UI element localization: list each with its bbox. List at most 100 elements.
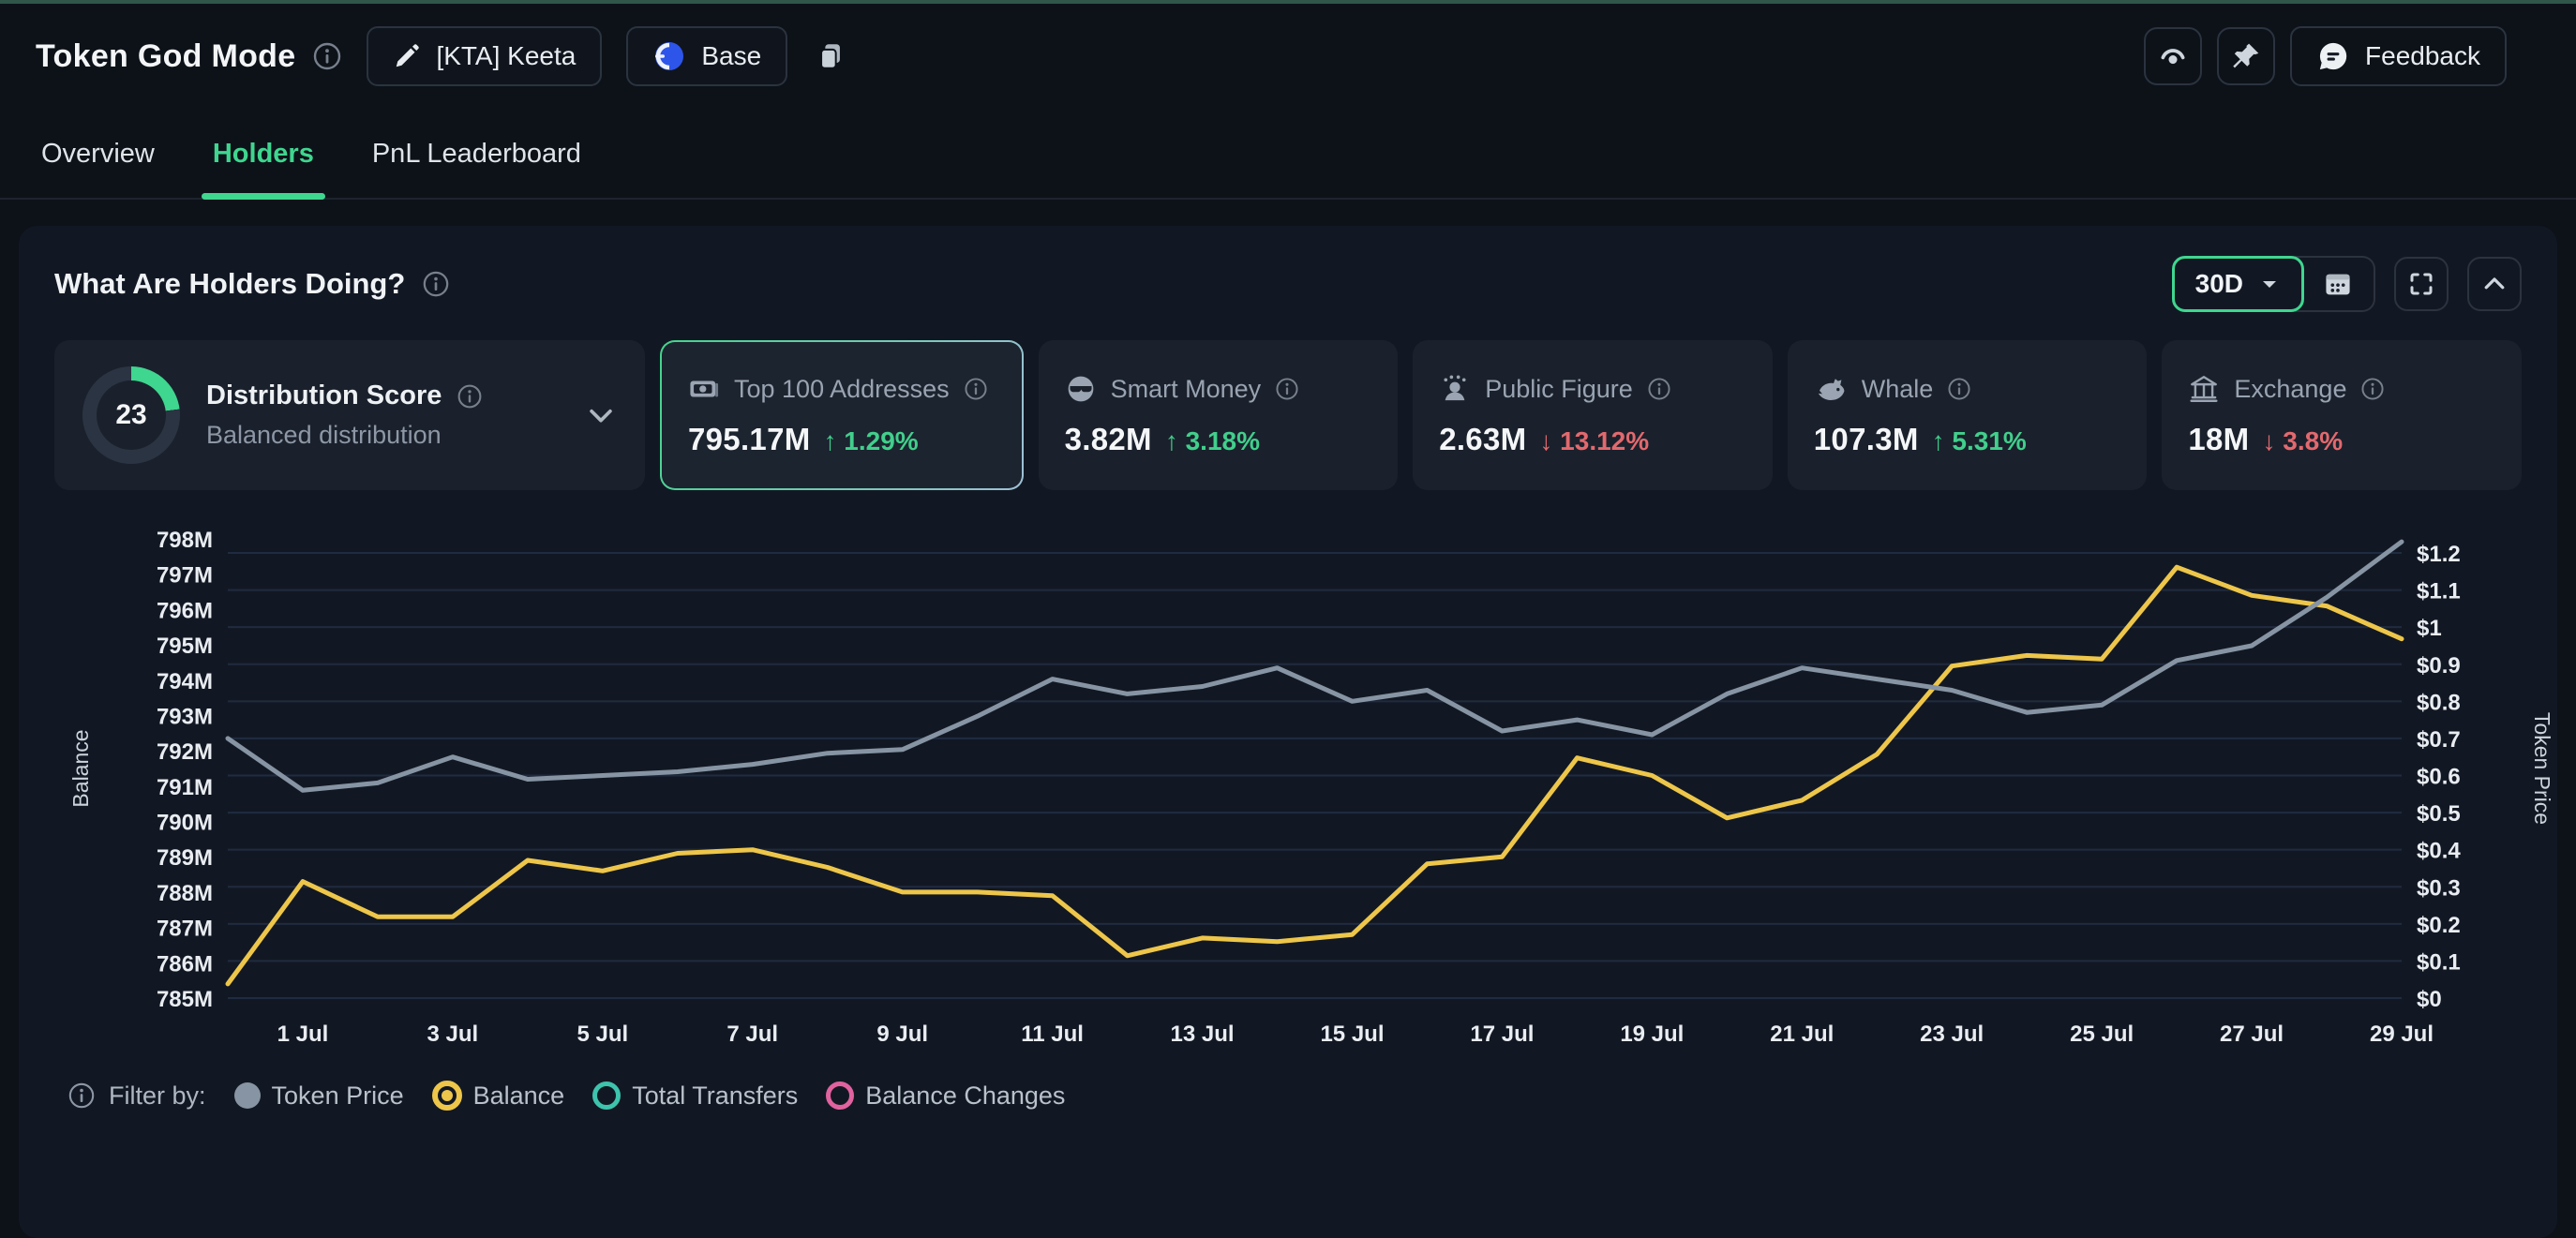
app-header: Token God Mode [KTA] Keeta Base (0, 4, 2576, 109)
left-axis-tick: 790M (157, 811, 213, 836)
distribution-score-title: Distribution Score (206, 380, 442, 411)
token-select-label: [KTA] Keeta (436, 41, 576, 71)
stat-info-icon[interactable] (2360, 377, 2385, 401)
stat-info-icon[interactable] (1947, 377, 1971, 401)
stat-card-value: 795.17M (688, 422, 811, 457)
stat-card-smart-money[interactable]: Smart Money3.82M↑ 3.18% (1039, 340, 1399, 490)
filter-option-token-price[interactable]: Token Price (234, 1081, 404, 1111)
left-axis-tick: 786M (157, 951, 213, 977)
x-axis-tick: 29 Jul (2370, 1022, 2434, 1047)
stat-card-change: ↓ 13.12% (1539, 426, 1649, 456)
token-select-button[interactable]: [KTA] Keeta (367, 26, 602, 86)
panel-info-icon[interactable] (422, 270, 450, 298)
chain-select-label: Base (701, 41, 761, 71)
x-axis-tick: 11 Jul (1021, 1022, 1084, 1047)
left-axis-tick: 798M (157, 528, 213, 553)
right-axis-tick: $0.2 (2417, 913, 2461, 938)
stat-card-label: Public Figure (1485, 375, 1633, 404)
title-info-icon[interactable] (312, 41, 342, 71)
x-axis-tick: 5 Jul (577, 1022, 628, 1047)
x-axis-tick: 25 Jul (2070, 1022, 2134, 1047)
date-range-dropdown[interactable]: 30D (2172, 256, 2304, 312)
chevron-down-icon[interactable] (585, 399, 617, 431)
collapse-panel-button[interactable] (2467, 257, 2522, 311)
public-figure-icon (1439, 373, 1471, 405)
tab-pnl-leaderboard[interactable]: PnL Leaderboard (368, 109, 585, 198)
left-axis-tick: 794M (157, 669, 213, 694)
stat-card-value: 18M (2188, 422, 2249, 457)
stat-card-label: Whale (1862, 375, 1934, 404)
left-axis-tick: 796M (157, 598, 213, 623)
left-axis-tick: 788M (157, 881, 213, 906)
filter-option-label: Total Transfers (632, 1081, 798, 1111)
x-axis-tick: 1 Jul (277, 1022, 329, 1047)
x-axis-tick: 19 Jul (1620, 1022, 1684, 1047)
holders-activity-panel: What Are Holders Doing? 30D (19, 226, 2557, 1238)
stat-card-exchange[interactable]: Exchange18M↓ 3.8% (2162, 340, 2522, 490)
distribution-score-subtitle: Balanced distribution (206, 421, 483, 450)
tab-overview[interactable]: Overview (37, 109, 158, 198)
right-axis-title: Token Price (2530, 712, 2554, 825)
calendar-icon (2323, 269, 2353, 299)
chain-select-button[interactable]: Base (626, 26, 787, 86)
stat-card-whale[interactable]: Whale107.3M↑ 5.31% (1788, 340, 2148, 490)
filter-option-label: Balance (473, 1081, 565, 1111)
stat-info-icon[interactable] (1647, 377, 1671, 401)
left-axis-tick: 793M (157, 704, 213, 729)
pencil-icon (393, 42, 421, 70)
selected-radio-marker (432, 1081, 462, 1111)
right-axis-tick: $1 (2417, 616, 2442, 641)
x-axis-tick: 3 Jul (427, 1022, 479, 1047)
x-axis-tick: 23 Jul (1920, 1022, 1984, 1047)
stat-info-icon[interactable] (1275, 377, 1299, 401)
caret-down-icon (2258, 273, 2281, 295)
smart-money-icon (1065, 373, 1097, 405)
stat-card-public-figure[interactable]: Public Figure 2.63M ↓ 13.12% (1413, 340, 1773, 490)
feedback-button[interactable]: Feedback (2290, 26, 2507, 86)
right-axis-tick: $0.9 (2417, 653, 2461, 679)
filter-row: Filter by: Token Price Balance Total Trans… (54, 1081, 2522, 1111)
distribution-score-card[interactable]: 23 Distribution Score Balanced distribut… (54, 340, 645, 490)
left-axis-title: Balance (68, 729, 93, 807)
right-axis-tick: $1.1 (2417, 579, 2461, 604)
date-range-value: 30D (2195, 269, 2243, 299)
holders-chart[interactable]: $1.2$1.1$1$0.9$0.8$0.7$0.6$0.5$0.4$0.3$0… (54, 511, 2522, 1073)
x-axis-tick: 7 Jul (726, 1022, 778, 1047)
banknote-icon (688, 373, 720, 405)
left-axis-tick: 795M (157, 634, 213, 659)
left-axis-tick: 787M (157, 917, 213, 942)
fullscreen-button[interactable] (2394, 257, 2449, 311)
filter-option-balance-changes[interactable]: Balance Changes (826, 1081, 1065, 1111)
stat-card-value: 107.3M (1814, 422, 1919, 457)
filter-info-icon[interactable] (67, 1081, 96, 1110)
tab-holders[interactable]: Holders (209, 109, 318, 198)
base-chain-logo (652, 39, 686, 73)
pin-button[interactable] (2217, 27, 2275, 85)
filled-circle-marker (234, 1082, 261, 1109)
x-axis-tick: 27 Jul (2220, 1022, 2284, 1047)
chart-canvas[interactable]: $1.2$1.1$1$0.9$0.8$0.7$0.6$0.5$0.4$0.3$0… (54, 511, 2559, 1073)
whale-icon (1814, 373, 1848, 405)
stat-card-top-100-addresses[interactable]: Top 100 Addresses795.17M↑ 1.29% (660, 340, 1024, 490)
stat-card-value: 2.63M (1439, 422, 1526, 457)
watchlist-eye-button[interactable] (2144, 27, 2202, 85)
x-axis-tick: 9 Jul (876, 1022, 928, 1047)
left-axis-tick: 797M (157, 563, 213, 589)
feedback-label: Feedback (2365, 41, 2480, 71)
pin-icon (2230, 40, 2262, 72)
filter-by-label: Filter by: (109, 1081, 206, 1111)
right-axis-tick: $0.6 (2417, 765, 2461, 790)
stat-info-icon[interactable] (964, 377, 988, 401)
filter-option-balance[interactable]: Balance (432, 1081, 565, 1111)
distribution-info-icon[interactable] (457, 383, 483, 410)
right-axis-tick: $1.2 (2417, 542, 2461, 567)
stat-card-change: ↓ 3.8% (2262, 426, 2343, 456)
stat-card-value: 3.82M (1065, 422, 1152, 457)
exchange-icon (2188, 373, 2220, 405)
x-axis-tick: 21 Jul (1770, 1022, 1834, 1047)
right-axis-tick: $0.4 (2417, 839, 2461, 864)
copy-address-button[interactable] (812, 26, 849, 86)
calendar-button[interactable] (2295, 256, 2375, 312)
filter-option-total-transfers[interactable]: Total Transfers (592, 1081, 798, 1111)
page-title: Token God Mode (36, 38, 295, 75)
